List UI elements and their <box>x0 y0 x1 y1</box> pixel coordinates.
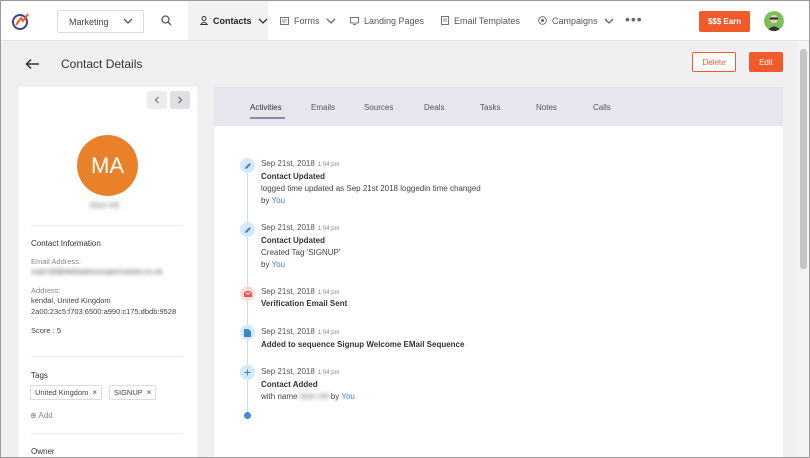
activity-title: Verification Email Sent <box>261 299 348 308</box>
nav-forms-label: Forms <box>294 15 320 26</box>
activity-author: by You <box>261 260 286 269</box>
activity-date: Sep 21st, 2018 1:04 pm <box>261 159 340 168</box>
nav-forms[interactable]: Forms <box>280 1 336 40</box>
add-tag-button[interactable]: ⊕ Add <box>30 411 53 420</box>
activity-author: by You <box>261 196 286 205</box>
activity-date: Sep 21st, 2018 1:04 pm <box>261 327 340 336</box>
address-line2: 2a00:23c5:f703:6500:a990:c175:dbdb:9528 <box>31 307 177 316</box>
top-navigation: Marketing Contacts Forms Landing Pages E… <box>1 1 809 41</box>
search-icon[interactable] <box>161 15 172 28</box>
chevron-down-icon <box>123 16 133 28</box>
nav-campaigns[interactable]: Campaigns <box>538 1 614 40</box>
contact-name-blurred: Matt Hill <box>299 392 329 401</box>
tag-label: SIGNUP <box>114 388 143 397</box>
author-link[interactable]: You <box>272 196 286 205</box>
activity-title: Added to sequence Signup Welcome EMail S… <box>261 340 465 349</box>
activity-date: Sep 21st, 2018 1:04 pm <box>261 367 340 376</box>
activity-title: Contact Updated <box>261 236 325 245</box>
contact-name: Matt Hill <box>90 201 119 210</box>
divider <box>31 356 183 357</box>
nav-landing-pages-label: Landing Pages <box>364 15 425 26</box>
target-icon <box>538 16 547 25</box>
activity-card <box>214 87 783 457</box>
previous-contact-button[interactable] <box>147 91 167 109</box>
nav-landing-pages[interactable]: Landing Pages <box>350 1 424 40</box>
divider <box>31 433 183 434</box>
plus-icon: ⊕ <box>30 411 37 420</box>
tab-sources[interactable]: Sources <box>364 103 393 112</box>
contact-info-heading: Contact Information <box>31 239 101 248</box>
address-line1: kendal, United Kingdom <box>31 296 111 305</box>
back-arrow-icon[interactable] <box>25 58 40 72</box>
email-label: Email Address: <box>31 257 82 266</box>
score-value: Score : 5 <box>31 326 62 335</box>
workspace-dropdown-label: Marketing <box>69 17 109 27</box>
next-contact-button[interactable] <box>170 91 190 109</box>
address-label: Address: <box>31 286 61 295</box>
active-tab-indicator <box>250 117 285 119</box>
tab-calls[interactable]: Calls <box>593 103 611 112</box>
edit-button[interactable]: Edit <box>749 52 783 72</box>
tag-chip[interactable]: United Kingdom × <box>30 385 103 400</box>
tab-notes[interactable]: Notes <box>536 103 557 112</box>
activity-description: with name Matt Hill by You <box>261 392 355 401</box>
tags-heading: Tags <box>31 371 48 380</box>
email-value: matt.hill@debtadvicesupermarket.co.uk <box>31 267 163 276</box>
add-tag-label: Add <box>38 411 53 420</box>
activity-description: Created Tag 'SIGNUP' <box>261 248 341 257</box>
more-options-icon[interactable]: ••• <box>625 12 643 26</box>
earn-button[interactable]: $$$ Earn <box>699 11 750 32</box>
app-logo-icon[interactable] <box>11 11 31 31</box>
author-link[interactable]: You <box>341 392 355 401</box>
file-icon <box>240 325 255 340</box>
remove-tag-icon[interactable]: × <box>147 388 152 397</box>
user-avatar[interactable] <box>764 11 784 31</box>
pencil-icon <box>240 158 255 173</box>
document-icon <box>441 16 449 25</box>
tab-activities[interactable]: Activities <box>250 103 282 112</box>
activity-title: Contact Added <box>261 380 318 389</box>
workspace-dropdown[interactable]: Marketing <box>57 10 144 33</box>
chevron-down-icon <box>326 17 336 25</box>
tab-emails[interactable]: Emails <box>311 103 335 112</box>
remove-tag-icon[interactable]: × <box>92 388 97 397</box>
activity-description: logged time updated as Sep 21st 2018 log… <box>261 184 481 193</box>
tag-chip[interactable]: SIGNUP × <box>109 385 157 400</box>
monitor-icon <box>350 16 359 25</box>
form-icon <box>280 16 289 25</box>
divider <box>31 225 183 226</box>
timeline-end-dot <box>244 412 251 419</box>
tag-label: United Kingdom <box>35 388 89 397</box>
owner-heading: Owner <box>31 447 55 456</box>
nav-email-templates-label: Email Templates <box>454 15 520 26</box>
activity-date: Sep 21st, 2018 1:04 pm <box>261 223 340 232</box>
tab-deals[interactable]: Deals <box>424 103 444 112</box>
envelope-icon <box>240 286 255 301</box>
plus-icon <box>240 365 255 380</box>
app-window: Marketing Contacts Forms Landing Pages E… <box>0 0 810 458</box>
activity-title: Contact Updated <box>261 172 325 181</box>
page-scrollbar-thumb[interactable] <box>800 49 807 269</box>
delete-button[interactable]: Delete <box>692 52 736 72</box>
author-link[interactable]: You <box>272 260 286 269</box>
nav-campaigns-label: Campaigns <box>552 15 598 26</box>
tab-tasks[interactable]: Tasks <box>480 103 500 112</box>
person-icon <box>200 16 208 25</box>
activity-date: Sep 21st, 2018 1:04 pm <box>261 287 340 296</box>
contact-avatar: MA <box>77 135 138 196</box>
pencil-icon <box>240 222 255 237</box>
nav-email-templates[interactable]: Email Templates <box>441 1 520 40</box>
nav-contacts-label: Contacts <box>213 15 252 26</box>
chevron-down-icon <box>604 17 614 25</box>
page-title: Contact Details <box>61 57 143 71</box>
nav-contacts[interactable]: Contacts <box>188 1 268 40</box>
chevron-down-icon <box>258 17 268 25</box>
